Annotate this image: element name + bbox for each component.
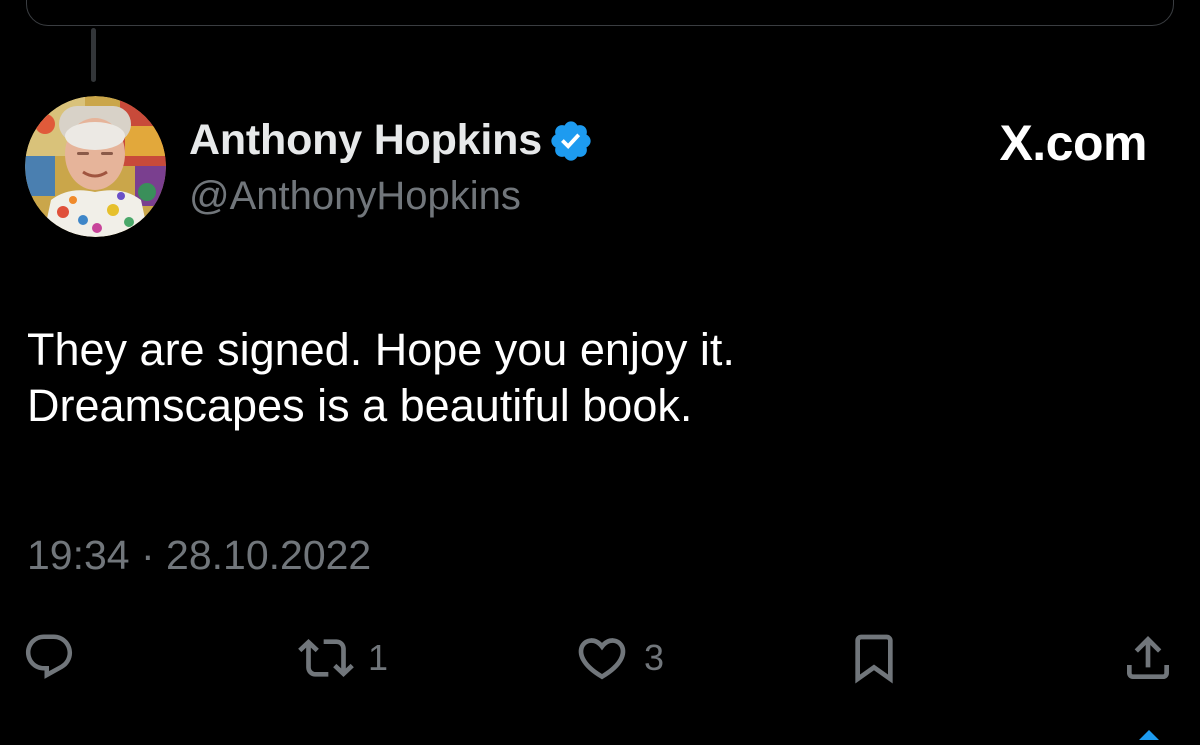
author-name[interactable]: Anthony Hopkins	[189, 116, 542, 165]
tweet-text-line: Dreamscapes is a beautiful book.	[27, 380, 693, 431]
tweet-timestamp[interactable]: 19:34 · 28.10.2022	[27, 532, 371, 579]
verified-badge-icon	[548, 118, 594, 164]
like-button[interactable]: 3	[574, 630, 664, 686]
author-name-row[interactable]: Anthony Hopkins	[189, 116, 594, 165]
reply-icon	[22, 630, 76, 684]
author-handle[interactable]: @AnthonyHopkins	[189, 174, 521, 219]
brand-label: X.com	[999, 115, 1147, 171]
quoted-card-edge	[26, 0, 1174, 26]
tweet-text: They are signed. Hope you enjoy it. Drea…	[27, 322, 1147, 434]
retweet-count: 1	[368, 637, 389, 678]
like-count: 3	[644, 637, 665, 678]
heart-icon	[574, 630, 630, 686]
share-icon	[1120, 630, 1176, 686]
scroll-up-indicator-icon	[1136, 720, 1162, 740]
avatar[interactable]	[25, 96, 166, 237]
retweet-icon	[298, 630, 354, 686]
bookmark-icon	[846, 630, 902, 686]
reply-button[interactable]	[22, 630, 76, 684]
thread-connector-line	[91, 28, 96, 82]
share-button[interactable]	[1120, 630, 1176, 686]
retweet-button[interactable]: 1	[298, 630, 388, 686]
tweet-text-line: They are signed. Hope you enjoy it.	[27, 324, 735, 375]
bookmark-button[interactable]	[846, 630, 902, 686]
avatar-image	[25, 96, 166, 237]
